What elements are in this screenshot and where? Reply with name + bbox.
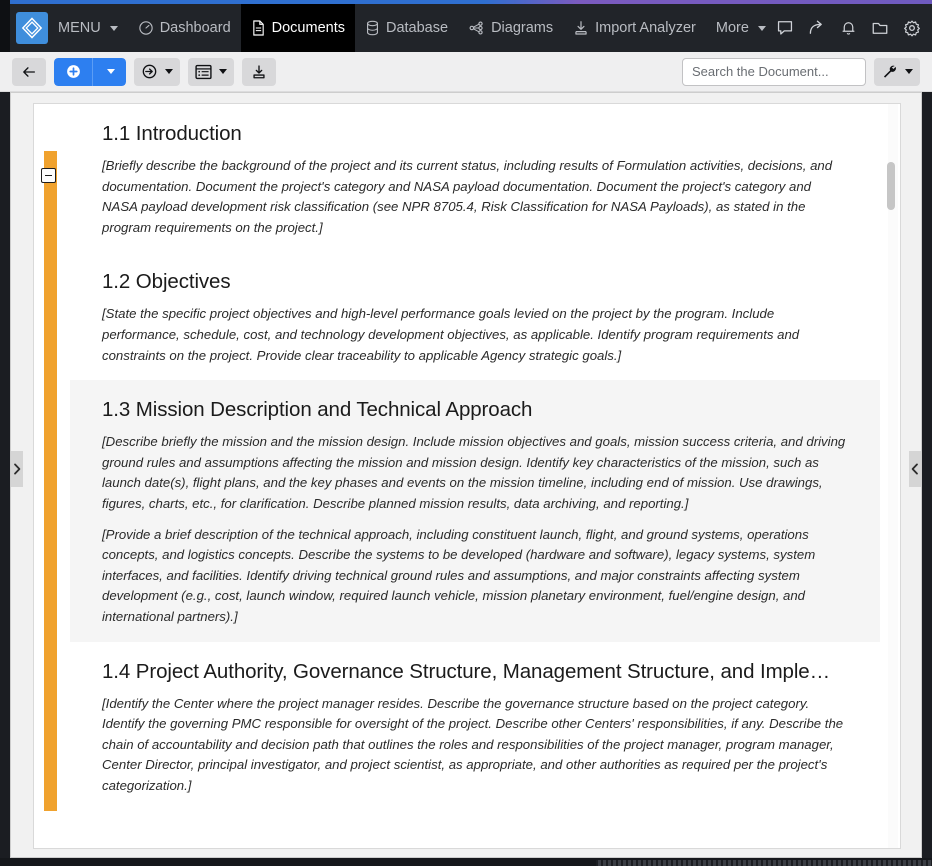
nav-item-label: Import Analyzer — [595, 20, 696, 36]
workspace: 1.1 Introduction [Briefly describe the b… — [0, 92, 932, 858]
chevron-down-icon — [757, 25, 766, 31]
add-plus-circle-icon — [65, 63, 82, 80]
import-download-icon — [573, 20, 589, 36]
chevron-down-icon — [905, 69, 913, 74]
nav-item-more[interactable]: More — [706, 4, 776, 52]
section-heading: 1.2 Objectives — [102, 270, 231, 294]
section-paragraph: [Describe briefly the mission and the mi… — [102, 434, 846, 511]
list-view-button[interactable] — [188, 57, 234, 86]
dashboard-gauge-icon — [138, 20, 154, 36]
chevron-left-icon — [911, 463, 919, 475]
document-section-1-3[interactable]: 1.3 Mission Description and Technical Ap… — [70, 380, 880, 642]
add-button-group — [54, 57, 126, 86]
taskbar-tick-row — [596, 860, 932, 866]
chevron-down-icon — [165, 69, 173, 74]
share-arrow-icon[interactable] — [808, 19, 826, 37]
chevron-right-icon — [13, 463, 21, 475]
toolbar-left-group — [12, 57, 276, 86]
add-button[interactable] — [54, 57, 92, 86]
app-logo-diamond-icon[interactable] — [16, 12, 48, 44]
navigate-to-button[interactable] — [134, 57, 180, 86]
document-section-1-1[interactable]: 1.1 Introduction [Briefly describe the b… — [70, 104, 880, 252]
nav-item-label: Dashboard — [159, 20, 231, 36]
document-scrollbar-thumb[interactable] — [887, 162, 895, 210]
minus-icon — [45, 174, 52, 177]
gear-settings-icon[interactable] — [903, 19, 921, 37]
document-section-1-2[interactable]: 1.2 Objectives [State the specific proje… — [70, 252, 880, 380]
document-content: 1.1 Introduction [Briefly describe the b… — [70, 104, 880, 848]
folder-icon[interactable] — [871, 19, 889, 37]
left-panel-expand-handle[interactable] — [11, 451, 23, 487]
section-heading: 1.3 Mission Description and Technical Ap… — [102, 398, 533, 422]
download-tray-icon — [251, 64, 267, 80]
list-view-icon — [195, 64, 212, 80]
right-panel-expand-handle[interactable] — [909, 451, 921, 487]
bell-notification-icon[interactable] — [840, 19, 857, 37]
export-download-button[interactable] — [242, 57, 276, 86]
document-toolbar — [0, 52, 932, 92]
navbar-left-rail — [0, 4, 10, 52]
section-paragraph: [Briefly describe the background of the … — [102, 158, 833, 235]
toolbar-right-group — [682, 57, 920, 86]
document-scrollbar-track[interactable] — [887, 104, 898, 848]
diagram-nodes-icon — [468, 20, 485, 36]
wrench-tools-icon — [881, 63, 898, 80]
collapse-minus-toggle[interactable] — [41, 168, 56, 183]
section-paragraph: [Provide a brief description of the tech… — [102, 526, 816, 624]
nav-item-database[interactable]: Database — [355, 4, 458, 52]
nav-item-dashboard[interactable]: Dashboard — [128, 4, 241, 52]
arrow-into-circle-icon — [141, 63, 158, 80]
section-paragraph: [State the specific project objectives a… — [102, 306, 800, 363]
nav-item-label: Documents — [271, 20, 345, 36]
desktop-taskbar-sliver — [0, 858, 932, 866]
search-input[interactable] — [682, 57, 866, 86]
database-cylinder-icon — [365, 20, 380, 36]
add-dropdown-toggle[interactable] — [92, 57, 126, 86]
tools-button[interactable] — [874, 57, 920, 86]
nav-menu-label: MENU — [58, 20, 101, 36]
section-structure-bar[interactable] — [44, 151, 57, 811]
chat-bubble-icon[interactable] — [776, 19, 794, 37]
section-heading: 1.1 Introduction — [102, 122, 242, 145]
nav-item-import-analyzer[interactable]: Import Analyzer — [563, 4, 706, 52]
nav-item-label: Database — [385, 20, 449, 36]
navbar-items: MENU Dashboard Documents Database Diagra… — [48, 4, 776, 52]
nav-item-documents[interactable]: Documents — [240, 4, 355, 52]
document-page-icon — [251, 20, 266, 36]
document-section-1-4[interactable]: 1.4 Project Authority, Governance Struct… — [70, 642, 880, 811]
main-navbar: MENU Dashboard Documents Database Diagra… — [0, 4, 932, 52]
nav-item-label: More — [715, 20, 749, 36]
nav-item-diagrams[interactable]: Diagrams — [458, 4, 563, 52]
navbar-right-icons: S — [776, 4, 932, 52]
section-paragraph: [Identify the Center where the project m… — [102, 695, 844, 793]
back-arrow-icon — [21, 64, 37, 80]
chevron-down-icon — [107, 69, 115, 74]
chevron-down-icon — [219, 69, 227, 74]
document-viewer: 1.1 Introduction [Briefly describe the b… — [33, 103, 901, 849]
workspace-surface: 1.1 Introduction [Briefly describe the b… — [10, 92, 922, 858]
nav-item-label: Diagrams — [491, 20, 554, 36]
back-button[interactable] — [12, 57, 46, 86]
nav-menu-dropdown[interactable]: MENU — [48, 4, 128, 52]
chevron-down-icon — [109, 25, 118, 31]
section-heading: 1.4 Project Authority, Governance Struct… — [102, 659, 831, 683]
